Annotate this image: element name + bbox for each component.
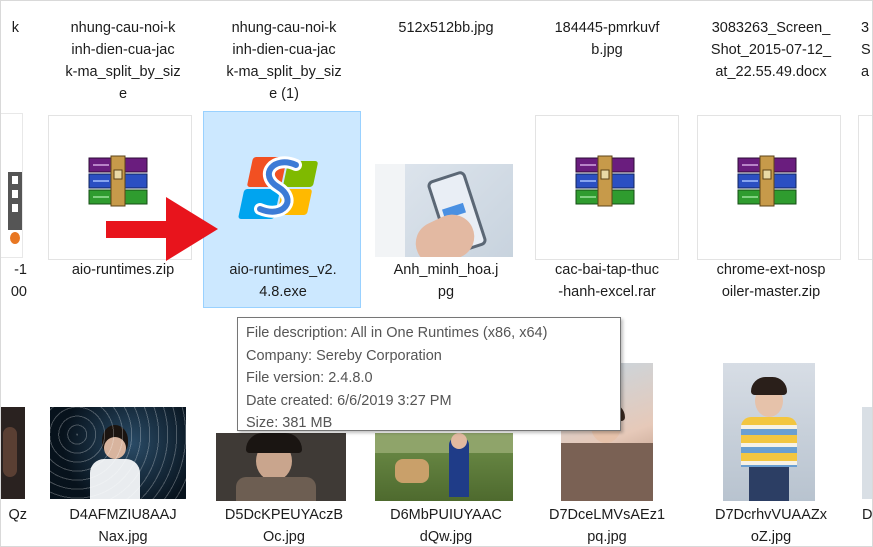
file-thumbnail-aio-runtimes-exe[interactable] — [208, 115, 356, 260]
tooltip-size: Size: 381 MB — [246, 415, 333, 431]
file-label[interactable]: 512x512bb.jpg — [366, 17, 526, 39]
file-label[interactable]: cac-bai-tap-thuc -hanh-excel.rar — [527, 259, 687, 303]
file-label[interactable]: D6MbPUIUYAAC dQw.jpg — [366, 504, 526, 546]
file-thumbnail-zip[interactable] — [697, 115, 841, 260]
photo-thumbnail[interactable] — [375, 433, 513, 501]
partial-photo-thumbnail[interactable] — [1, 407, 25, 499]
photo-thumbnail[interactable] — [50, 407, 186, 499]
photo-thumbnail[interactable] — [216, 433, 346, 501]
file-label[interactable]: chrome-ext-nosp oiler-master.zip — [691, 259, 851, 303]
file-label[interactable]: D7DcrhvVUAAZx oZ.jpg — [691, 504, 851, 546]
file-thumbnail-rar[interactable] — [535, 115, 679, 260]
winrar-archive-icon — [575, 155, 635, 207]
file-label[interactable]: -1 00 — [1, 259, 27, 303]
file-explorer-view: k nhung-cau-noi-k inh-dien-cua-jac k-ma_… — [0, 0, 873, 547]
aio-runtimes-app-icon — [238, 156, 318, 219]
file-label-selected[interactable]: aio-runtimes_v2. 4.8.exe — [204, 259, 362, 303]
file-label[interactable]: D5DcKPEUYAczB Oc.jpg — [204, 504, 364, 546]
file-label[interactable]: nhung-cau-noi-k inh-dien-cua-jac k-ma_sp… — [43, 17, 203, 105]
file-label[interactable]: Qz — [1, 504, 27, 526]
file-label[interactable]: nhung-cau-noi-k inh-dien-cua-jac k-ma_sp… — [204, 17, 364, 105]
winrar-archive-icon — [737, 155, 797, 207]
red-arrow-annotation — [106, 197, 218, 261]
partial-file-thumbnail[interactable] — [1, 113, 23, 258]
tooltip-description: File description: All in One Runtimes (x… — [246, 325, 548, 341]
file-label[interactable]: k — [1, 17, 19, 39]
tooltip-version: File version: 2.4.8.0 — [246, 370, 373, 386]
file-label[interactable]: D — [862, 504, 872, 526]
file-label[interactable]: D7DceLMVsAEz1 pq.jpg — [527, 504, 687, 546]
file-label[interactable]: Anh_minh_hoa.j pg — [366, 259, 526, 303]
phone-photo-thumbnail[interactable] — [375, 164, 513, 257]
file-label[interactable]: 3 S a — [861, 17, 872, 83]
file-label[interactable]: 3083263_Screen_ Shot_2015-07-12_ at_22.5… — [691, 17, 851, 83]
photo-thumbnail[interactable] — [723, 363, 815, 501]
partial-photo-thumbnail[interactable] — [862, 407, 872, 499]
partial-file-thumbnail[interactable] — [858, 115, 872, 260]
file-label[interactable]: 184445-pmrkuvf b.jpg — [527, 17, 687, 61]
tooltip-date-created: Date created: 6/6/2019 3:27 PM — [246, 392, 452, 409]
file-info-tooltip: File description: All in One Runtimes (x… — [237, 317, 621, 431]
tooltip-company: Company: Sereby Corporation — [246, 347, 442, 364]
file-label[interactable]: D4AFMZIU8AAJ Nax.jpg — [43, 504, 203, 546]
